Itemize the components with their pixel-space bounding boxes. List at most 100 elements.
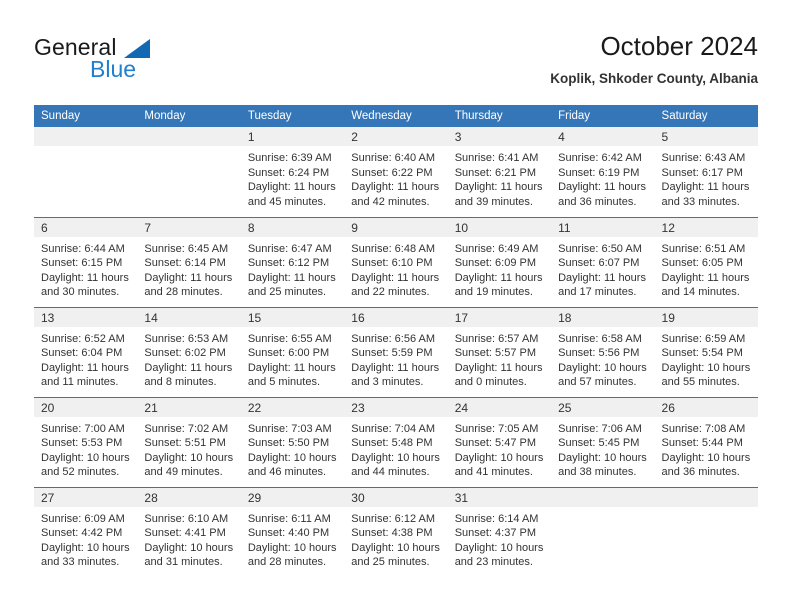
sunset-text: Sunset: 6:04 PM xyxy=(41,347,123,360)
calendar-week-row: 6 Sunrise: 6:44 AM Sunset: 6:15 PM Daylight… xyxy=(34,216,758,307)
day-cell[interactable]: 18 Sunrise: 6:58 AM Sunset: 5:56 PM Dayligh… xyxy=(551,306,655,397)
day-number-band: 29 xyxy=(240,487,345,507)
sunrise-text: Sunrise: 6:51 AM xyxy=(661,242,746,255)
day-cell[interactable]: 10 Sunrise: 6:49 AM Sunset: 6:09 PM Dayligh… xyxy=(447,216,552,307)
day-cell-body: Sunrise: 6:09 AM Sunset: 4:42 PM Daylight:… xyxy=(34,507,137,570)
day-cell[interactable]: 27 Sunrise: 6:09 AM Sunset: 4:42 PM Dayligh… xyxy=(34,486,138,577)
day-cell[interactable]: 4 Sunrise: 6:42 AM Sunset: 6:19 PM Daylight… xyxy=(551,127,655,217)
daylight-text-line2: and 25 minutes. xyxy=(247,286,327,299)
day-cell[interactable]: 12 Sunrise: 6:51 AM Sunset: 6:05 PM Dayligh… xyxy=(654,216,758,307)
day-cell[interactable]: 22 Sunrise: 7:03 AM Sunset: 5:50 PM Dayligh… xyxy=(240,396,345,487)
day-number-band: 18 xyxy=(551,307,655,327)
page-title: October 2024 xyxy=(600,31,758,61)
sunset-text: Sunset: 6:15 PM xyxy=(41,257,123,270)
daylight-text-line1: Daylight: 11 hours xyxy=(144,361,233,374)
sunset-text: Sunset: 6:10 PM xyxy=(351,257,433,270)
day-cell[interactable]: 20 Sunrise: 7:00 AM Sunset: 5:53 PM Dayligh… xyxy=(34,396,138,487)
sunrise-text: Sunrise: 6:56 AM xyxy=(351,332,436,345)
day-number-band: 25 xyxy=(551,397,655,417)
day-number-band xyxy=(137,127,241,146)
day-cell[interactable]: 7 Sunrise: 6:45 AM Sunset: 6:14 PM Daylight… xyxy=(137,216,241,307)
day-cell-body: Sunrise: 7:06 AM Sunset: 5:45 PM Daylight:… xyxy=(551,417,654,480)
day-cell[interactable]: 13 Sunrise: 6:52 AM Sunset: 6:04 PM Dayligh… xyxy=(34,306,138,397)
day-number: 13 xyxy=(41,310,55,325)
day-cell[interactable]: 9 Sunrise: 6:48 AM Sunset: 6:10 PM Daylight… xyxy=(344,216,448,307)
day-cell[interactable]: 14 Sunrise: 6:53 AM Sunset: 6:02 PM Dayligh… xyxy=(137,306,241,397)
sunset-text: Sunset: 6:17 PM xyxy=(661,166,743,179)
daylight-text-line1: Daylight: 11 hours xyxy=(661,271,750,284)
daylight-text-line1: Daylight: 10 hours xyxy=(144,451,234,464)
day-cell[interactable]: 6 Sunrise: 6:44 AM Sunset: 6:15 PM Daylight… xyxy=(34,216,138,307)
daylight-text-line1: Daylight: 10 hours xyxy=(661,451,751,464)
day-cell[interactable]: 16 Sunrise: 6:56 AM Sunset: 5:59 PM Dayligh… xyxy=(344,306,448,397)
day-number-band xyxy=(34,127,138,146)
sunrise-text: Sunrise: 6:50 AM xyxy=(558,242,642,255)
sunrise-text: Sunrise: 7:04 AM xyxy=(351,422,436,435)
day-number: 11 xyxy=(558,220,571,235)
weekday-header-thursday: Thursday xyxy=(447,105,552,127)
day-cell[interactable]: 25 Sunrise: 7:06 AM Sunset: 5:45 PM Dayligh… xyxy=(551,396,655,487)
sunset-text: Sunset: 6:09 PM xyxy=(454,257,537,270)
day-cell[interactable]: 26 Sunrise: 7:08 AM Sunset: 5:44 PM Dayligh… xyxy=(654,396,758,487)
daylight-text-line2: and 17 minutes. xyxy=(558,286,637,299)
day-number-band: 24 xyxy=(447,397,552,417)
day-cell[interactable]: 23 Sunrise: 7:04 AM Sunset: 5:48 PM Dayligh… xyxy=(344,396,448,487)
day-cell-body: Sunrise: 6:53 AM Sunset: 6:02 PM Daylight:… xyxy=(137,327,240,390)
day-number-band: 31 xyxy=(447,487,552,507)
day-cell-body: Sunrise: 6:49 AM Sunset: 6:09 PM Daylight:… xyxy=(448,237,551,300)
daylight-text-line2: and 19 minutes. xyxy=(454,286,533,299)
day-number: 17 xyxy=(454,310,469,325)
day-cell-body: Sunrise: 6:48 AM Sunset: 6:10 PM Daylight:… xyxy=(344,237,447,300)
day-number: 9 xyxy=(351,220,358,235)
day-number-band: 10 xyxy=(447,217,552,237)
daylight-text-line1: Daylight: 10 hours xyxy=(41,541,130,554)
day-cell[interactable]: 5 Sunrise: 6:43 AM Sunset: 6:17 PM Daylight… xyxy=(654,127,758,217)
calendar-week-row: 13 Sunrise: 6:52 AM Sunset: 6:04 PM Dayligh… xyxy=(34,306,758,397)
calendar-table: Sunday Monday Tuesday Wednesday Thursday… xyxy=(34,105,758,577)
daylight-text-line2: and 31 minutes. xyxy=(144,556,223,569)
day-cell[interactable]: 11 Sunrise: 6:50 AM Sunset: 6:07 PM Dayligh… xyxy=(551,216,655,307)
day-number: 22 xyxy=(247,400,262,415)
sunrise-text: Sunrise: 6:49 AM xyxy=(454,242,539,255)
day-number-band: 5 xyxy=(654,127,758,146)
day-cell[interactable]: 24 Sunrise: 7:05 AM Sunset: 5:47 PM Dayligh… xyxy=(447,396,552,487)
day-cell[interactable]: 28 Sunrise: 6:10 AM Sunset: 4:41 PM Dayligh… xyxy=(137,486,241,577)
sunset-text: Sunset: 5:50 PM xyxy=(247,437,330,450)
sunset-text: Sunset: 6:24 PM xyxy=(247,166,330,179)
daylight-text-line1: Daylight: 11 hours xyxy=(454,271,543,284)
day-cell[interactable]: 3 Sunrise: 6:41 AM Sunset: 6:21 PM Daylight… xyxy=(447,127,552,217)
day-cell[interactable]: 8 Sunrise: 6:47 AM Sunset: 6:12 PM Daylight… xyxy=(240,216,345,307)
calendar-week-row: 27 Sunrise: 6:09 AM Sunset: 4:42 PM Dayligh… xyxy=(34,486,758,577)
day-cell-body: Sunrise: 7:02 AM Sunset: 5:51 PM Daylight:… xyxy=(137,417,240,480)
day-cell[interactable]: 17 Sunrise: 6:57 AM Sunset: 5:57 PM Dayligh… xyxy=(447,306,552,397)
day-cell[interactable]: 1 Sunrise: 6:39 AM Sunset: 6:24 PM Daylight… xyxy=(240,127,345,217)
day-cell[interactable]: 2 Sunrise: 6:40 AM Sunset: 6:22 PM Daylight… xyxy=(344,127,448,217)
day-cell-body: Sunrise: 6:47 AM Sunset: 6:12 PM Daylight:… xyxy=(241,237,344,300)
day-number-band: 21 xyxy=(137,397,241,417)
daylight-text-line1: Daylight: 10 hours xyxy=(247,541,337,554)
daylight-text-line2: and 38 minutes. xyxy=(558,466,637,479)
day-cell[interactable]: 19 Sunrise: 6:59 AM Sunset: 5:54 PM Dayligh… xyxy=(654,306,758,397)
day-number: 19 xyxy=(661,310,675,325)
sunset-text: Sunset: 5:45 PM xyxy=(558,437,640,450)
day-number: 7 xyxy=(144,220,152,235)
day-cell[interactable]: 30 Sunrise: 6:12 AM Sunset: 4:38 PM Dayligh… xyxy=(344,486,448,577)
page-subtitle: Koplik, Shkoder County, Albania xyxy=(550,71,758,86)
day-cell[interactable]: 21 Sunrise: 7:02 AM Sunset: 5:51 PM Dayligh… xyxy=(137,396,241,487)
daylight-text-line2: and 39 minutes. xyxy=(454,195,533,208)
sunrise-text: Sunrise: 6:14 AM xyxy=(454,512,539,525)
calendar-week-row: 20 Sunrise: 7:00 AM Sunset: 5:53 PM Dayligh… xyxy=(34,396,758,487)
daylight-text-line2: and 23 minutes. xyxy=(454,556,533,569)
day-cell[interactable]: 15 Sunrise: 6:55 AM Sunset: 6:00 PM Dayligh… xyxy=(240,306,345,397)
day-cell[interactable]: 31 Sunrise: 6:14 AM Sunset: 4:37 PM Dayligh… xyxy=(447,486,552,577)
weekday-header-wednesday: Wednesday xyxy=(344,105,448,127)
daylight-text-line1: Daylight: 10 hours xyxy=(454,451,544,464)
day-number-band: 4 xyxy=(551,127,655,146)
sunset-text: Sunset: 5:56 PM xyxy=(558,347,640,360)
day-cell[interactable]: 29 Sunrise: 6:11 AM Sunset: 4:40 PM Dayligh… xyxy=(240,486,345,577)
daylight-text-line1: Daylight: 11 hours xyxy=(351,181,440,194)
sunrise-text: Sunrise: 6:53 AM xyxy=(144,332,229,345)
calendar-week-row: 1 Sunrise: 6:39 AM Sunset: 6:24 PM Daylight… xyxy=(34,127,758,217)
day-cell-body: Sunrise: 6:40 AM Sunset: 6:22 PM Daylight:… xyxy=(344,146,447,209)
sunrise-text: Sunrise: 7:05 AM xyxy=(454,422,539,435)
